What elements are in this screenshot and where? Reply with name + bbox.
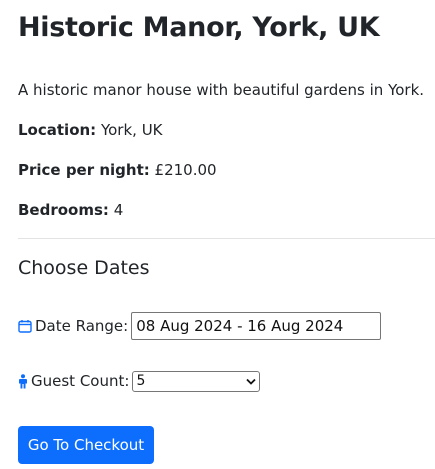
location-value: York, UK — [100, 121, 163, 139]
chevron-down-icon — [246, 378, 257, 385]
location-row: Location: York, UK — [18, 120, 163, 140]
calendar-icon — [18, 319, 32, 333]
checkout-button[interactable]: Go To Checkout — [18, 426, 154, 464]
price-row: Price per night: £210.00 — [18, 160, 217, 180]
date-range-field: Date Range: — [18, 312, 382, 340]
person-icon — [18, 373, 28, 389]
listing-description: A historic manor house with beautiful ga… — [18, 81, 425, 99]
section-divider — [18, 238, 435, 239]
bedrooms-value: 4 — [113, 201, 124, 219]
location-label: Location: — [18, 121, 97, 139]
price-value: £210.00 — [154, 161, 217, 179]
bedrooms-row: Bedrooms: 4 — [18, 200, 123, 220]
guest-count-selected: 5 — [136, 373, 146, 389]
guest-count-label: Guest Count: — [31, 372, 130, 390]
date-range-input[interactable] — [131, 312, 382, 340]
date-range-label: Date Range: — [35, 317, 129, 335]
bedrooms-label: Bedrooms: — [18, 201, 109, 219]
page-title: Historic Manor, York, UK — [18, 12, 380, 43]
guest-count-field: Guest Count: 5 — [18, 370, 261, 392]
price-label: Price per night: — [18, 161, 150, 179]
listing-page: Historic Manor, York, UK A historic mano… — [0, 0, 435, 469]
guest-count-select[interactable]: 5 — [132, 370, 261, 392]
choose-dates-heading: Choose Dates — [18, 257, 150, 279]
